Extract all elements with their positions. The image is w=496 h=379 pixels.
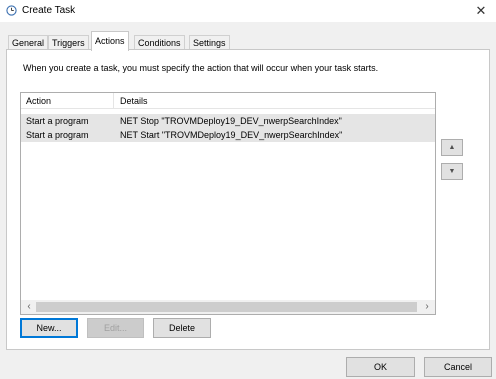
column-divider[interactable] (113, 93, 114, 108)
details-cell: NET Stop "TROVMDeploy19_DEV_nwerpSearchI… (120, 116, 342, 126)
cancel-button[interactable]: Cancel (424, 357, 492, 377)
column-header-details[interactable]: Details (120, 96, 148, 106)
action-cell: Start a program (26, 116, 89, 126)
ok-button[interactable]: OK (346, 357, 415, 377)
scrollbar-thumb[interactable] (36, 302, 417, 312)
action-cell: Start a program (26, 130, 89, 140)
instruction-text: When you create a task, you must specify… (23, 63, 379, 73)
chevron-down-icon: ▼ (448, 168, 456, 175)
details-cell: NET Start "TROVMDeploy19_DEV_nwerpSearch… (120, 130, 343, 140)
chevron-left-icon[interactable]: ‹ (23, 300, 35, 314)
move-down-button[interactable]: ▼ (441, 163, 463, 180)
table-row[interactable]: Start a program NET Start "TROVMDeploy19… (21, 128, 435, 142)
tab-settings[interactable]: Settings (189, 35, 230, 50)
window-title: Create Task (22, 5, 76, 16)
tab-general[interactable]: General (8, 35, 49, 50)
new-button[interactable]: New... (20, 318, 78, 338)
delete-button[interactable]: Delete (153, 318, 211, 338)
tab-triggers[interactable]: Triggers (48, 35, 89, 50)
horizontal-scrollbar[interactable]: ‹ › (21, 300, 435, 314)
close-icon: ✕ (475, 3, 487, 18)
chevron-up-icon: ▲ (448, 144, 456, 151)
chevron-right-icon[interactable]: › (421, 300, 433, 314)
tab-actions[interactable]: Actions (91, 31, 129, 51)
list-header: Action Details (21, 93, 435, 109)
table-row[interactable]: Start a program NET Stop "TROVMDeploy19_… (21, 114, 435, 128)
actions-list[interactable]: Action Details Start a program NET Stop … (20, 92, 436, 315)
title-bar: Create Task ✕ (0, 0, 496, 22)
tab-conditions[interactable]: Conditions (134, 35, 185, 50)
move-up-button[interactable]: ▲ (441, 139, 463, 156)
edit-button[interactable]: Edit... (87, 318, 144, 338)
column-header-action[interactable]: Action (26, 96, 51, 106)
clock-icon (6, 5, 17, 16)
close-button[interactable]: ✕ (466, 0, 496, 22)
